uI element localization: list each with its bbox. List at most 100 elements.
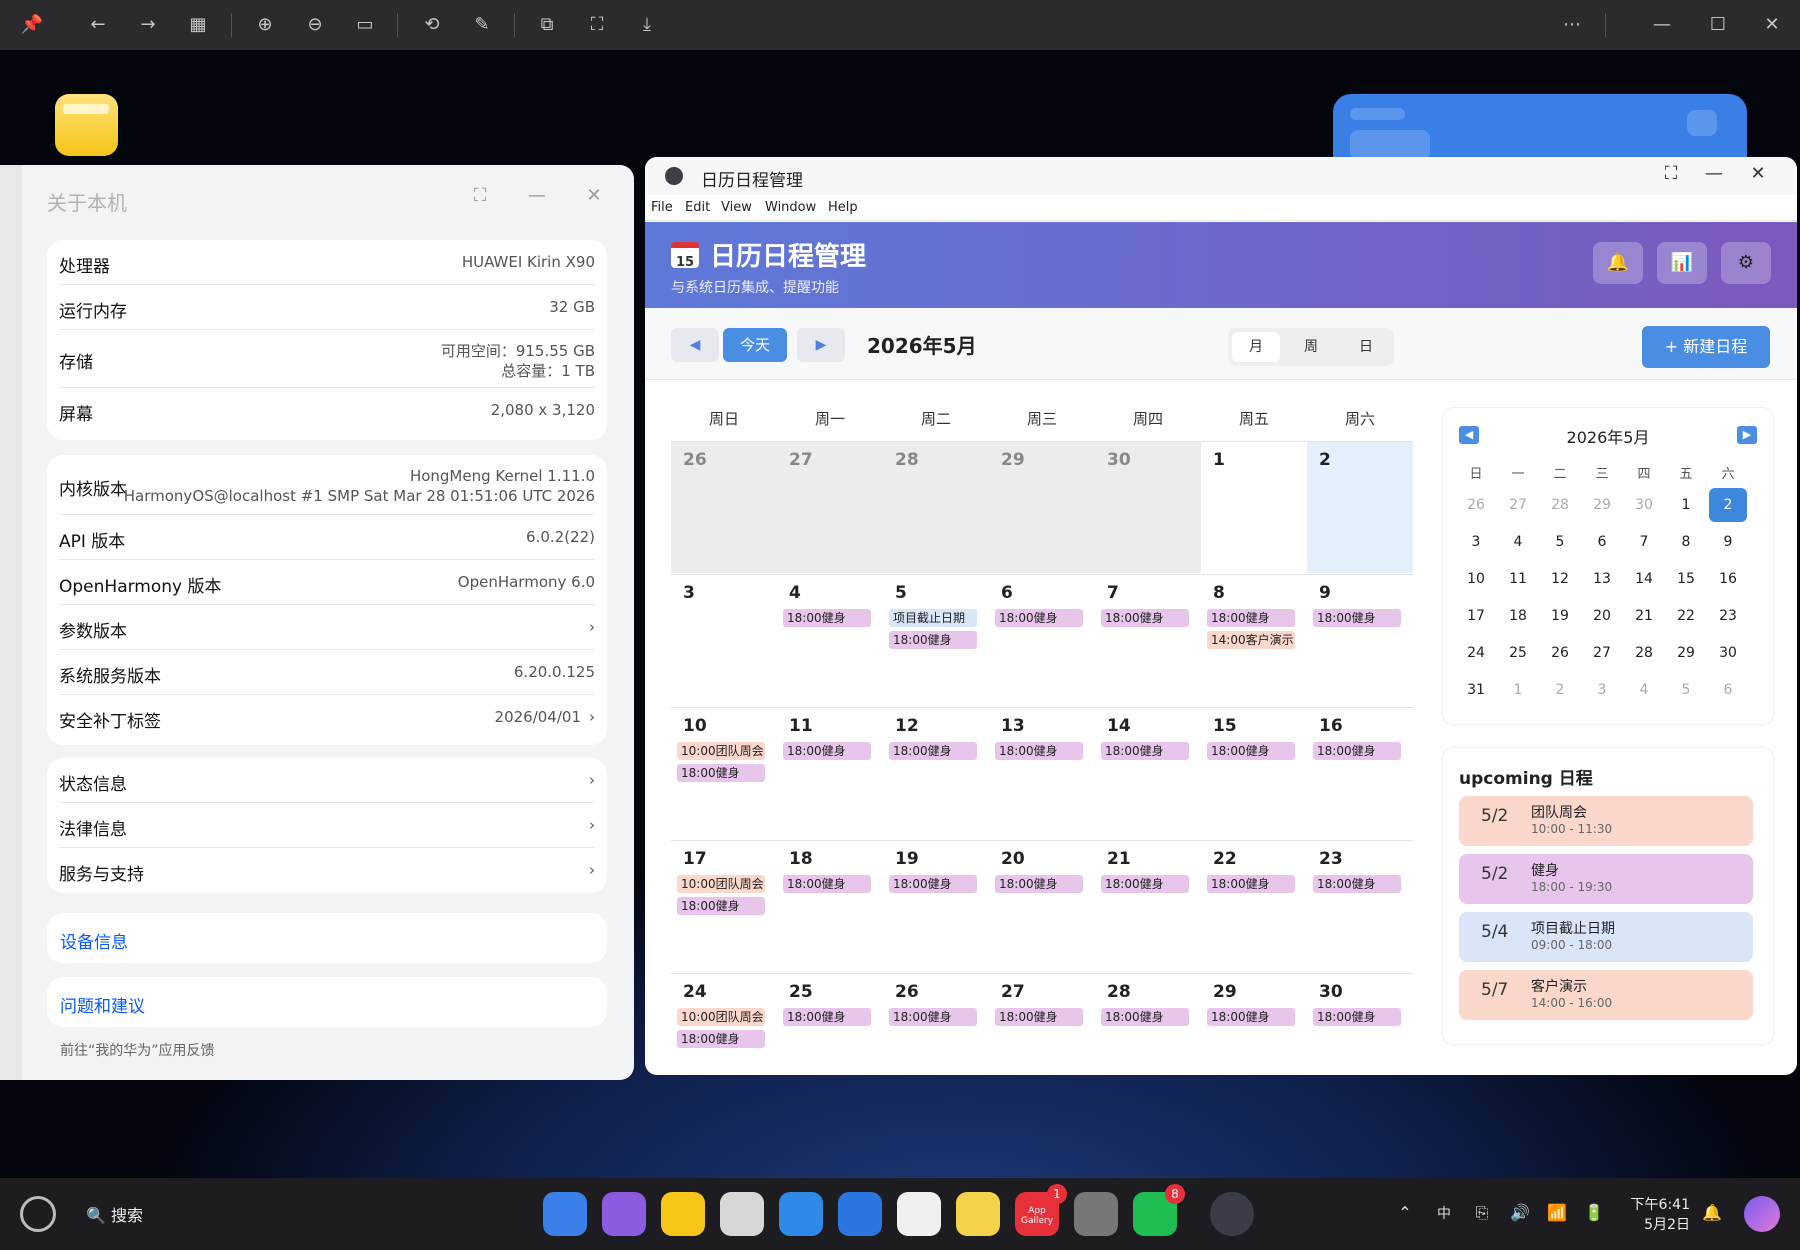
- minimize-icon[interactable]: —: [1701, 163, 1727, 184]
- volume-icon[interactable]: 🔊: [1508, 1203, 1532, 1222]
- grid-icon[interactable]: ▦: [186, 13, 210, 37]
- day-cell[interactable]: 29: [989, 441, 1095, 573]
- ime-indicator[interactable]: 中: [1432, 1203, 1456, 1223]
- event-chip[interactable]: 18:00健身: [783, 742, 871, 760]
- event-chip[interactable]: 18:00健身: [1207, 875, 1295, 893]
- event-chip[interactable]: 10:00团队周会: [677, 1008, 765, 1026]
- zoom-out-icon[interactable]: ⊖: [303, 13, 327, 37]
- mini-day[interactable]: 7: [1625, 525, 1663, 559]
- wechat-icon[interactable]: 8: [1133, 1184, 1185, 1236]
- event-chip[interactable]: 18:00健身: [995, 742, 1083, 760]
- mini-day[interactable]: 1: [1667, 488, 1705, 522]
- day-cell[interactable]: 20 18:00健身: [989, 840, 1095, 972]
- mini-day[interactable]: 19: [1541, 599, 1579, 633]
- mini-day[interactable]: 21: [1625, 599, 1663, 633]
- event-chip[interactable]: 项目截止日期: [889, 609, 977, 627]
- day-cell[interactable]: 19 18:00健身: [883, 840, 989, 972]
- mail-icon[interactable]: [838, 1192, 882, 1236]
- device-info-link[interactable]: 设备信息: [47, 913, 607, 963]
- mini-day[interactable]: 28: [1541, 488, 1579, 522]
- day-cell[interactable]: 6 18:00健身: [989, 574, 1095, 706]
- browser-icon[interactable]: [779, 1192, 823, 1236]
- clock-date[interactable]: 5月2日: [1625, 1214, 1690, 1234]
- event-chip[interactable]: 18:00健身: [783, 1008, 871, 1026]
- edit-icon[interactable]: ✎: [470, 13, 494, 37]
- feedback-link[interactable]: 问题和建议: [47, 977, 607, 1027]
- event-chip[interactable]: 18:00健身: [1101, 1008, 1189, 1026]
- day-cell[interactable]: 13 18:00健身: [989, 707, 1095, 839]
- next-month-button[interactable]: ▶: [797, 328, 845, 362]
- event-chip[interactable]: 18:00健身: [1207, 1008, 1295, 1026]
- mini-day[interactable]: 6: [1583, 525, 1621, 559]
- info-row-support[interactable]: 服务与支持 ›: [59, 848, 595, 893]
- clipboard-icon[interactable]: ⎘: [1470, 1203, 1494, 1223]
- mini-day[interactable]: 31: [1457, 673, 1495, 707]
- fullscreen-icon[interactable]: ⛶: [468, 185, 492, 206]
- mini-day[interactable]: 24: [1457, 636, 1495, 670]
- close-icon[interactable]: ✕: [582, 185, 606, 206]
- start-icon[interactable]: [20, 1196, 56, 1232]
- mini-day[interactable]: 27: [1583, 636, 1621, 670]
- mini-day[interactable]: 5: [1667, 673, 1705, 707]
- day-cell[interactable]: 26: [671, 441, 777, 573]
- day-cell[interactable]: 30 18:00健身: [1307, 973, 1413, 1075]
- mini-day[interactable]: 14: [1625, 562, 1663, 596]
- mini-day[interactable]: 12: [1541, 562, 1579, 596]
- event-chip[interactable]: 18:00健身: [677, 764, 765, 782]
- event-chip[interactable]: 18:00健身: [889, 742, 977, 760]
- mini-day[interactable]: 15: [1667, 562, 1705, 596]
- menu-window[interactable]: Window: [765, 200, 816, 215]
- close-icon[interactable]: ✕: [1760, 13, 1784, 37]
- event-chip[interactable]: 18:00健身: [995, 609, 1083, 627]
- bell-icon[interactable]: 🔔: [1593, 242, 1643, 284]
- mini-day[interactable]: 25: [1499, 636, 1537, 670]
- mini-day[interactable]: 27: [1499, 488, 1537, 522]
- day-cell[interactable]: 3: [671, 574, 777, 706]
- mini-day[interactable]: 13: [1583, 562, 1621, 596]
- day-cell[interactable]: 27: [777, 441, 883, 573]
- day-cell[interactable]: 9 18:00健身: [1307, 574, 1413, 706]
- clock-time[interactable]: 下午6:41: [1625, 1194, 1690, 1214]
- mini-day[interactable]: 20: [1583, 599, 1621, 633]
- mini-day[interactable]: 16: [1709, 562, 1747, 596]
- event-chip[interactable]: 18:00健身: [783, 609, 871, 627]
- mini-day[interactable]: 11: [1499, 562, 1537, 596]
- event-chip[interactable]: 18:00健身: [995, 1008, 1083, 1026]
- day-cell[interactable]: 27 18:00健身: [989, 973, 1095, 1075]
- mini-day[interactable]: 5: [1541, 525, 1579, 559]
- assistant-icon[interactable]: [1744, 1196, 1780, 1232]
- settings-icon[interactable]: [1074, 1192, 1118, 1236]
- new-event-button[interactable]: + 新建日程: [1642, 326, 1770, 368]
- appgallery-icon[interactable]: App Gallery 1: [1015, 1184, 1067, 1236]
- info-row-security-patch[interactable]: 安全补丁标签 2026/04/01 ›: [59, 695, 595, 740]
- event-chip[interactable]: 18:00健身: [1313, 1008, 1401, 1026]
- mini-day[interactable]: 9: [1709, 525, 1747, 559]
- event-chip[interactable]: 18:00健身: [889, 631, 977, 649]
- day-cell[interactable]: 15 18:00健身: [1201, 707, 1307, 839]
- photos-icon[interactable]: [897, 1192, 941, 1236]
- screenshot-icon[interactable]: ⛶: [585, 13, 609, 37]
- mini-day[interactable]: 3: [1457, 525, 1495, 559]
- event-chip[interactable]: 18:00健身: [1101, 875, 1189, 893]
- multitask-icon[interactable]: [602, 1192, 646, 1236]
- info-row-params[interactable]: 参数版本 ›: [59, 605, 595, 650]
- search-button[interactable]: 🔍 搜索: [86, 1202, 143, 1226]
- trash-icon[interactable]: [720, 1192, 764, 1236]
- mini-day[interactable]: 8: [1667, 525, 1705, 559]
- menu-view[interactable]: View: [721, 200, 752, 215]
- notes-icon[interactable]: [956, 1192, 1000, 1236]
- more-icon[interactable]: ⋯: [1560, 13, 1584, 37]
- mini-day[interactable]: 2: [1709, 488, 1747, 522]
- maximize-icon[interactable]: ☐: [1706, 13, 1730, 37]
- view-week-tab[interactable]: 周: [1287, 332, 1335, 362]
- event-chip[interactable]: 18:00健身: [677, 1030, 765, 1048]
- download-icon[interactable]: ⤓: [635, 13, 659, 37]
- back-icon[interactable]: ←: [86, 13, 110, 37]
- day-cell[interactable]: 30: [1095, 441, 1201, 573]
- upcoming-item[interactable]: 5/4 项目截止日期 09:00 - 18:00: [1459, 912, 1753, 962]
- event-chip[interactable]: 18:00健身: [1313, 609, 1401, 627]
- rotate-icon[interactable]: ⟲: [420, 13, 444, 37]
- mini-day[interactable]: 30: [1709, 636, 1747, 670]
- day-cell[interactable]: 12 18:00健身: [883, 707, 989, 839]
- upcoming-item[interactable]: 5/7 客户演示 14:00 - 16:00: [1459, 970, 1753, 1020]
